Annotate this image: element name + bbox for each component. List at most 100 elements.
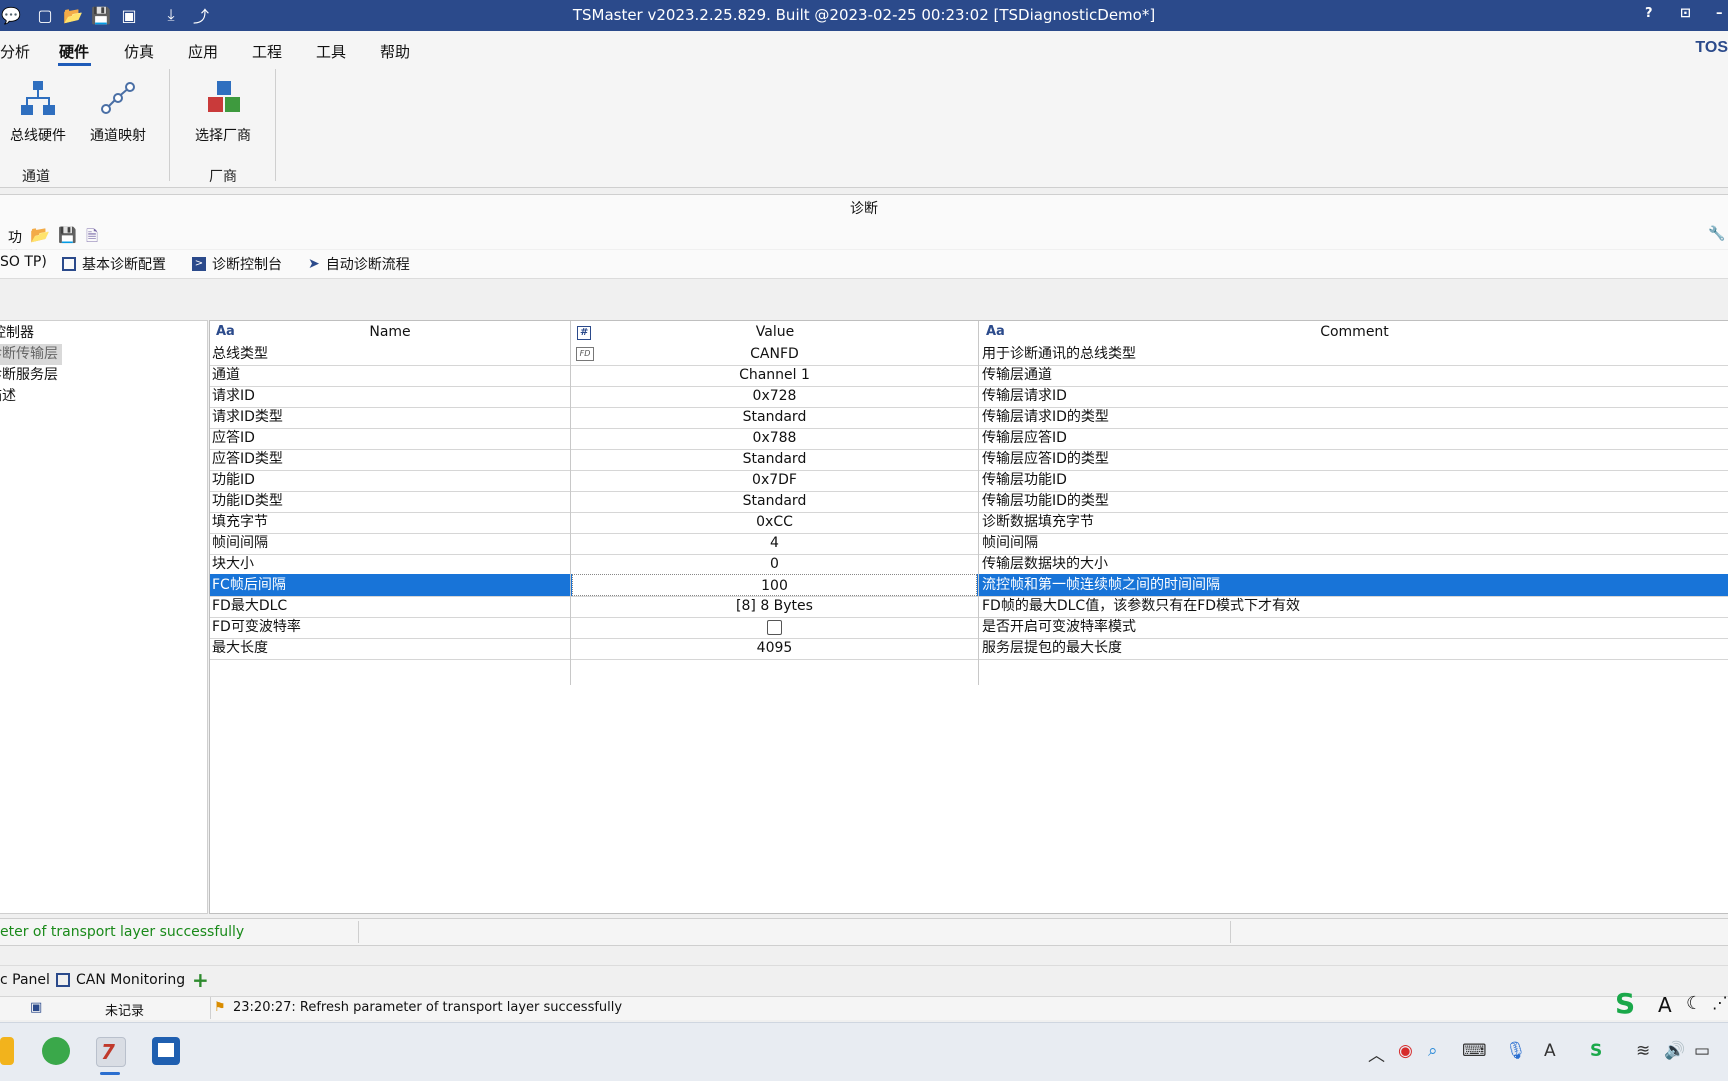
- keyboard-icon[interactable]: ⌨: [1462, 1041, 1487, 1061]
- table-row[interactable]: 请求ID类型 Standard 传输层请求ID的类型: [210, 406, 1728, 429]
- table-row[interactable]: 应答ID 0x788 传输层应答ID: [210, 427, 1728, 450]
- column-header-comment[interactable]: Aa Comment: [980, 321, 1728, 343]
- param-value[interactable]: CANFD: [572, 343, 977, 365]
- table-row[interactable]: FC帧后间隔 100 流控帧和第一帧连续帧之间的时间间隔: [210, 574, 1728, 597]
- select-vendor-button[interactable]: 选择厂商: [190, 77, 256, 145]
- layout-icon[interactable]: ⊡: [1680, 6, 1691, 21]
- file-explorer-icon[interactable]: [0, 1037, 14, 1065]
- table-row[interactable]: 最大长度 4095 服务层提包的最大长度: [210, 637, 1728, 660]
- title-bar: 💬 ▢ 📂 💾 ▣ ⤓ ⤴ TSMaster v2023.2.25.829. B…: [0, 0, 1728, 31]
- table-row[interactable]: 填充字节 0xCC 诊断数据填充字节: [210, 511, 1728, 534]
- param-value[interactable]: 0x788: [572, 427, 977, 449]
- volume-icon[interactable]: 🔊: [1664, 1041, 1685, 1061]
- microphone-icon[interactable]: 🎙: [1505, 1041, 1527, 1061]
- menu-help[interactable]: 帮助: [380, 41, 410, 62]
- add-tab-button[interactable]: +: [192, 968, 209, 992]
- table-row[interactable]: 功能ID 0x7DF 传输层功能ID: [210, 469, 1728, 492]
- log-message: 23:20:27: Refresh parameter of transport…: [233, 1000, 623, 1015]
- table-row[interactable]: 通道 Channel 1 传输层通道: [210, 364, 1728, 387]
- menu-project[interactable]: 工程: [252, 41, 282, 62]
- chevron-up-icon[interactable]: ︿: [1368, 1041, 1385, 1066]
- vendor-group-label: 厂商: [209, 169, 237, 185]
- search-tray-icon[interactable]: ⌕: [1428, 1041, 1438, 1061]
- weibo-icon[interactable]: ◉: [1398, 1041, 1413, 1061]
- window-app-icon[interactable]: [152, 1037, 180, 1065]
- save-as-config-icon[interactable]: 🗎: [86, 226, 98, 251]
- fd-variable-baud-checkbox[interactable]: [767, 619, 782, 635]
- param-value[interactable]: 100: [572, 574, 977, 596]
- tree-item-service-layer[interactable]: 诊断服务层: [0, 365, 58, 386]
- param-name: FD最大DLC: [212, 598, 288, 614]
- tab-iso-tp[interactable]: SO TP): [0, 254, 47, 270]
- param-value[interactable]: 4095: [572, 637, 977, 659]
- param-comment: FD帧的最大DLC值，该参数只有在FD模式下才有效: [982, 598, 1301, 614]
- param-value[interactable]: 0x728: [572, 385, 977, 407]
- tab-can-monitoring[interactable]: CAN Monitoring: [56, 972, 185, 988]
- tree-item-transport-layer[interactable]: 诊断传输层: [0, 344, 62, 365]
- tab-basic-diag-config[interactable]: 基本诊断配置: [62, 254, 166, 274]
- tree-item-description[interactable]: 描述: [0, 386, 16, 407]
- column-header-value[interactable]: # Value: [571, 321, 979, 343]
- parameter-grid: Aa Name # Value Aa Comment 总线类型 CANFD FD 用于…: [209, 320, 1728, 914]
- browser-icon[interactable]: [42, 1037, 70, 1065]
- param-value[interactable]: Standard: [572, 490, 977, 512]
- battery-icon[interactable]: ▭: [1694, 1041, 1710, 1061]
- menu-simulation[interactable]: 仿真: [124, 41, 154, 62]
- sogou-icon[interactable]: S: [1590, 1041, 1602, 1061]
- table-row[interactable]: 请求ID 0x728 传输层请求ID: [210, 385, 1728, 408]
- ime-logo-icon[interactable]: S: [1615, 987, 1635, 1020]
- param-value[interactable]: Standard: [572, 448, 977, 470]
- table-row[interactable]: FD最大DLC [8] 8 Bytes FD帧的最大DLC值，该参数只有在FD模式下…: [210, 595, 1728, 618]
- logging-icon: ▣: [30, 1000, 43, 1015]
- ime-font-icon[interactable]: A: [1658, 993, 1672, 1017]
- param-comment: 服务层提包的最大长度: [982, 640, 1122, 656]
- column-header-name[interactable]: Aa Name: [210, 321, 570, 343]
- tree-item-controller[interactable]: 控制器: [0, 323, 34, 344]
- param-name: 总线类型: [212, 346, 268, 362]
- param-comment: 传输层数据块的大小: [982, 556, 1108, 572]
- minimize-button[interactable]: –: [1716, 6, 1723, 21]
- param-comment: 传输层功能ID: [982, 472, 1067, 488]
- ime-settings-icon[interactable]: ⋰: [1712, 993, 1728, 1012]
- fd-variable-baud-checkbox-cell[interactable]: [572, 616, 977, 638]
- bottom-tabs: c Panel CAN Monitoring +: [0, 965, 1728, 996]
- wrench-icon[interactable]: 🔧: [1708, 226, 1725, 242]
- table-row[interactable]: 总线类型 CANFD FD 用于诊断通讯的总线类型: [210, 343, 1728, 366]
- bus-hardware-button[interactable]: 总线硬件: [6, 77, 70, 145]
- table-row[interactable]: FD可变波特率 是否开启可变波特率模式: [210, 616, 1728, 639]
- bus-hardware-label: 总线硬件: [10, 128, 66, 144]
- table-row[interactable]: 功能ID类型 Standard 传输层功能ID的类型: [210, 490, 1728, 513]
- param-value[interactable]: 0: [572, 553, 977, 575]
- wifi-icon[interactable]: ≋: [1636, 1041, 1650, 1061]
- font-icon[interactable]: A: [1544, 1041, 1556, 1061]
- param-value[interactable]: 4: [572, 532, 977, 554]
- menu-analysis[interactable]: 分析: [0, 41, 30, 62]
- window-icon: [62, 257, 76, 271]
- menu-application[interactable]: 应用: [188, 41, 218, 62]
- help-button[interactable]: ?: [1645, 6, 1653, 21]
- tab-panel[interactable]: c Panel: [0, 972, 50, 988]
- window-title: TSMaster v2023.2.25.829. Built @2023-02-…: [572, 6, 1156, 24]
- diagnostics-toolbar: 功能 📂 💾 🗎 🔧: [0, 223, 1728, 266]
- param-value[interactable]: 0xCC: [572, 511, 977, 533]
- open-config-icon[interactable]: 📂: [30, 225, 50, 244]
- tab-diag-console[interactable]: > 诊断控制台: [192, 254, 282, 274]
- menu-hardware[interactable]: 硬件: [59, 41, 89, 62]
- channel-mapping-button[interactable]: 通道映射: [86, 77, 150, 145]
- tab-auto-diag-flow[interactable]: ➤ 自动诊断流程: [308, 254, 410, 274]
- param-value[interactable]: 0x7DF: [572, 469, 977, 491]
- param-value[interactable]: Standard: [572, 406, 977, 428]
- ribbon-separator: [169, 69, 170, 181]
- param-comment: 传输层请求ID的类型: [982, 409, 1109, 425]
- param-name: 功能ID类型: [212, 493, 283, 509]
- table-row[interactable]: 帧间间隔 4 帧间间隔: [210, 532, 1728, 555]
- menu-tools[interactable]: 工具: [316, 41, 346, 62]
- table-row[interactable]: 应答ID类型 Standard 传输层应答ID的类型: [210, 448, 1728, 471]
- save-config-icon[interactable]: 💾: [58, 226, 77, 244]
- tsmaster-app-icon[interactable]: 7: [96, 1037, 126, 1067]
- param-value[interactable]: Channel 1: [572, 364, 977, 386]
- ime-moon-icon[interactable]: ☾: [1686, 993, 1702, 1014]
- param-comment: 流控帧和第一帧连续帧之间的时间间隔: [982, 577, 1220, 593]
- table-row[interactable]: 块大小 0 传输层数据块的大小: [210, 553, 1728, 576]
- param-value[interactable]: [8] 8 Bytes: [572, 595, 977, 617]
